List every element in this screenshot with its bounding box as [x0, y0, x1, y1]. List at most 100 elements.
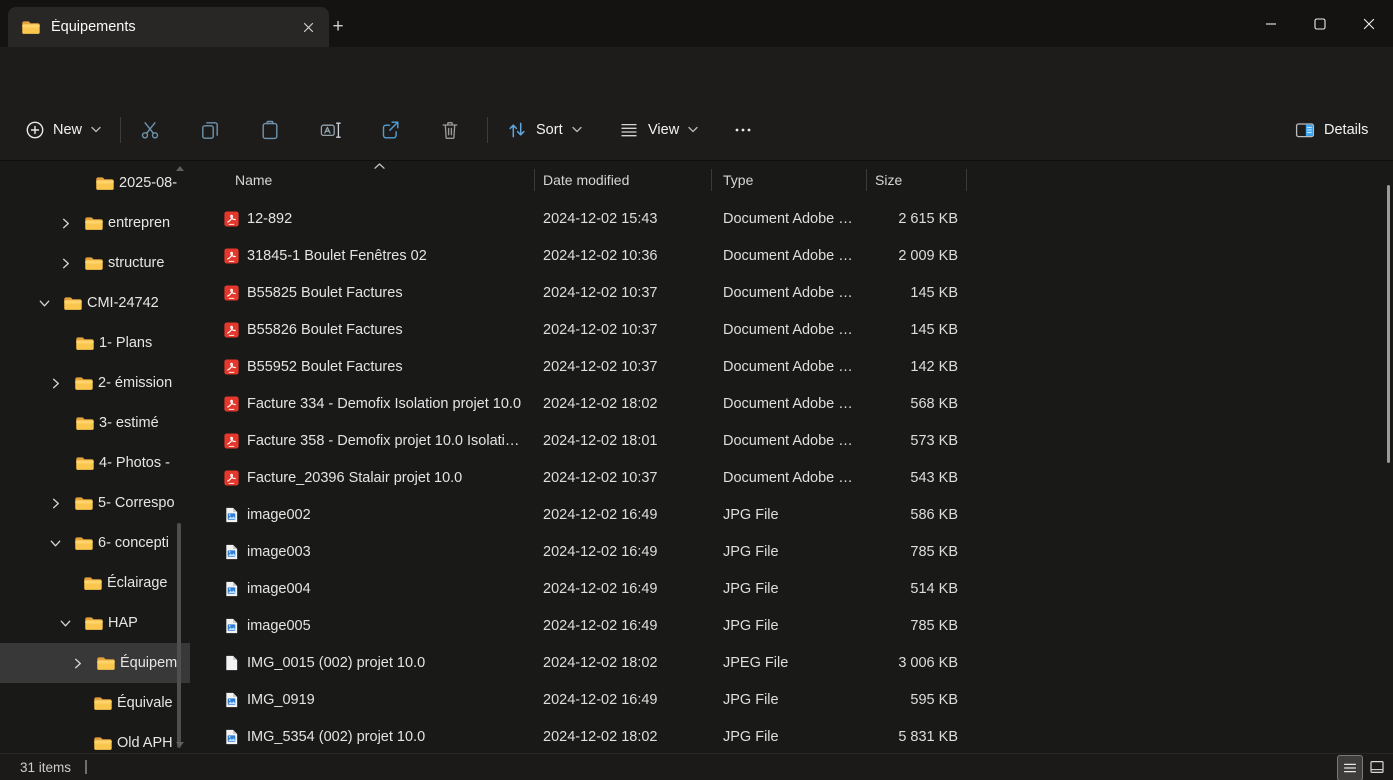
maximize-button[interactable]: [1295, 0, 1344, 47]
file-size: 2 615 KB: [790, 211, 958, 227]
more-options-button[interactable]: [723, 110, 763, 150]
file-name: Facture 358 - Demofix projet 10.0 Isolat…: [247, 433, 531, 449]
file-row[interactable]: IMG_09192024-12-02 16:49JPG File595 KB: [190, 681, 1393, 718]
column-divider[interactable]: [534, 169, 535, 191]
command-toolbar: New Sort View Details: [0, 100, 1393, 161]
sidebar-item[interactable]: Équivale: [0, 683, 190, 723]
folder-icon: [93, 736, 117, 751]
sidebar-scrollbar[interactable]: [177, 523, 181, 748]
file-date-modified: 2024-12-02 10:37: [543, 285, 658, 301]
sidebar-item[interactable]: HAP: [0, 603, 190, 643]
file-row[interactable]: IMG_5354 (002) projet 10.02024-12-02 18:…: [190, 718, 1393, 753]
file-row[interactable]: Facture_20396 Stalair projet 10.02024-12…: [190, 459, 1393, 496]
column-divider[interactable]: [966, 169, 967, 191]
column-divider[interactable]: [866, 169, 867, 191]
file-row[interactable]: Facture 334 - Demofix Isolation projet 1…: [190, 385, 1393, 422]
sidebar-item[interactable]: CMI-24742: [0, 283, 190, 323]
column-divider[interactable]: [711, 169, 712, 191]
main-area: 2025-08- entreprenstructureCMI-247421- Pl…: [0, 160, 1393, 753]
sidebar-item-label: 2025-08-: [119, 175, 177, 191]
file-row[interactable]: IMG_0015 (002) projet 10.02024-12-02 18:…: [190, 644, 1393, 681]
paste-button[interactable]: [250, 110, 290, 150]
file-row[interactable]: image0052024-12-02 16:49JPG File785 KB: [190, 607, 1393, 644]
scroll-up-icon[interactable]: [176, 166, 184, 171]
chevron-right-icon[interactable]: [48, 363, 74, 403]
file-size: 785 KB: [790, 544, 958, 560]
chevron-down-icon[interactable]: [58, 603, 84, 643]
chevron-right-icon[interactable]: [48, 483, 74, 523]
file-row[interactable]: B55825 Boulet Factures2024-12-02 10:37Do…: [190, 274, 1393, 311]
sidebar-item[interactable]: Équipem: [0, 643, 190, 683]
thumbnails-view-toggle[interactable]: [1365, 755, 1389, 779]
pdf-icon: [223, 247, 240, 264]
sidebar-item[interactable]: Éclairage: [0, 563, 190, 603]
plus-circle-icon: [25, 120, 45, 140]
minimize-button[interactable]: [1246, 0, 1295, 47]
details-pane-icon: [1294, 119, 1316, 141]
chevron-right-icon[interactable]: [58, 243, 84, 283]
new-tab-button[interactable]: +: [324, 13, 352, 41]
view-button[interactable]: View: [607, 110, 710, 150]
scroll-down-icon[interactable]: [176, 742, 184, 747]
file-row[interactable]: 12-8922024-12-02 15:43Document Adobe …2 …: [190, 200, 1393, 237]
rename-button[interactable]: [310, 110, 350, 150]
window-controls: [1246, 0, 1393, 47]
file-row[interactable]: B55952 Boulet Factures2024-12-02 10:37Do…: [190, 348, 1393, 385]
file-name: 12-892: [247, 211, 531, 227]
file-list-scrollbar[interactable]: [1387, 185, 1390, 463]
copy-button[interactable]: [190, 110, 230, 150]
sidebar-item-label: 2- émission: [98, 375, 172, 391]
sort-button[interactable]: Sort: [495, 110, 594, 150]
sidebar-item[interactable]: structure: [0, 243, 190, 283]
file-row[interactable]: image0032024-12-02 16:49JPG File785 KB: [190, 533, 1393, 570]
sidebar-item[interactable]: 6- concepti: [0, 523, 190, 563]
folder-icon: [21, 20, 40, 35]
folder-icon: [74, 536, 98, 551]
expander-spacer: [49, 403, 75, 443]
chevron-right-icon[interactable]: [70, 643, 96, 683]
sidebar-item-label: 5- Correspo: [98, 495, 175, 511]
file-size: 573 KB: [790, 433, 958, 449]
sidebar-item[interactable]: entrepren: [0, 203, 190, 243]
file-date-modified: 2024-12-02 16:49: [543, 618, 658, 634]
tab-title: Équipements: [51, 19, 295, 35]
file-date-modified: 2024-12-02 18:01: [543, 433, 658, 449]
sidebar-item-label: Équipem: [120, 655, 177, 671]
cut-button[interactable]: [130, 110, 170, 150]
column-header-date[interactable]: Date modified: [543, 160, 629, 200]
pdf-icon: [223, 469, 240, 486]
sidebar-item[interactable]: 1- Plans: [0, 323, 190, 363]
chevron-down-icon[interactable]: [48, 523, 74, 563]
close-button[interactable]: [1344, 0, 1393, 47]
file-row[interactable]: 31845-1 Boulet Fenêtres 022024-12-02 10:…: [190, 237, 1393, 274]
file-name: B55826 Boulet Factures: [247, 322, 531, 338]
file-row[interactable]: Facture 358 - Demofix projet 10.0 Isolat…: [190, 422, 1393, 459]
sort-button-label: Sort: [536, 122, 563, 138]
folder-icon: [75, 336, 99, 351]
new-button[interactable]: New: [14, 110, 113, 150]
details-pane-button[interactable]: Details: [1283, 110, 1379, 150]
chevron-down-icon[interactable]: [37, 283, 63, 323]
delete-button[interactable]: [430, 110, 470, 150]
pdf-icon: [223, 395, 240, 412]
column-header-type[interactable]: Type: [723, 160, 753, 200]
tab-close-icon[interactable]: [295, 14, 321, 40]
file-row[interactable]: image0022024-12-02 16:49JPG File586 KB: [190, 496, 1393, 533]
file-row[interactable]: B55826 Boulet Factures2024-12-02 10:37Do…: [190, 311, 1393, 348]
sidebar-item[interactable]: 5- Correspo: [0, 483, 190, 523]
share-button[interactable]: [370, 110, 410, 150]
file-row[interactable]: image0042024-12-02 16:49JPG File514 KB: [190, 570, 1393, 607]
sort-ascending-icon: [373, 162, 386, 170]
sidebar-item[interactable]: 2025-08-: [0, 163, 190, 203]
explorer-tab[interactable]: Équipements: [8, 7, 329, 47]
sidebar-item[interactable]: 3- estimé: [0, 403, 190, 443]
column-header-size[interactable]: Size: [875, 160, 902, 200]
sidebar-item-label: Éclairage: [107, 575, 167, 591]
sidebar-item[interactable]: 4- Photos -: [0, 443, 190, 483]
chevron-right-icon[interactable]: [58, 203, 84, 243]
sidebar-item[interactable]: Old APH: [0, 723, 190, 756]
details-view-toggle[interactable]: [1337, 755, 1363, 780]
column-header-name[interactable]: Name: [235, 160, 272, 200]
status-bar: 31 items: [0, 753, 1393, 780]
sidebar-item[interactable]: 2- émission: [0, 363, 190, 403]
